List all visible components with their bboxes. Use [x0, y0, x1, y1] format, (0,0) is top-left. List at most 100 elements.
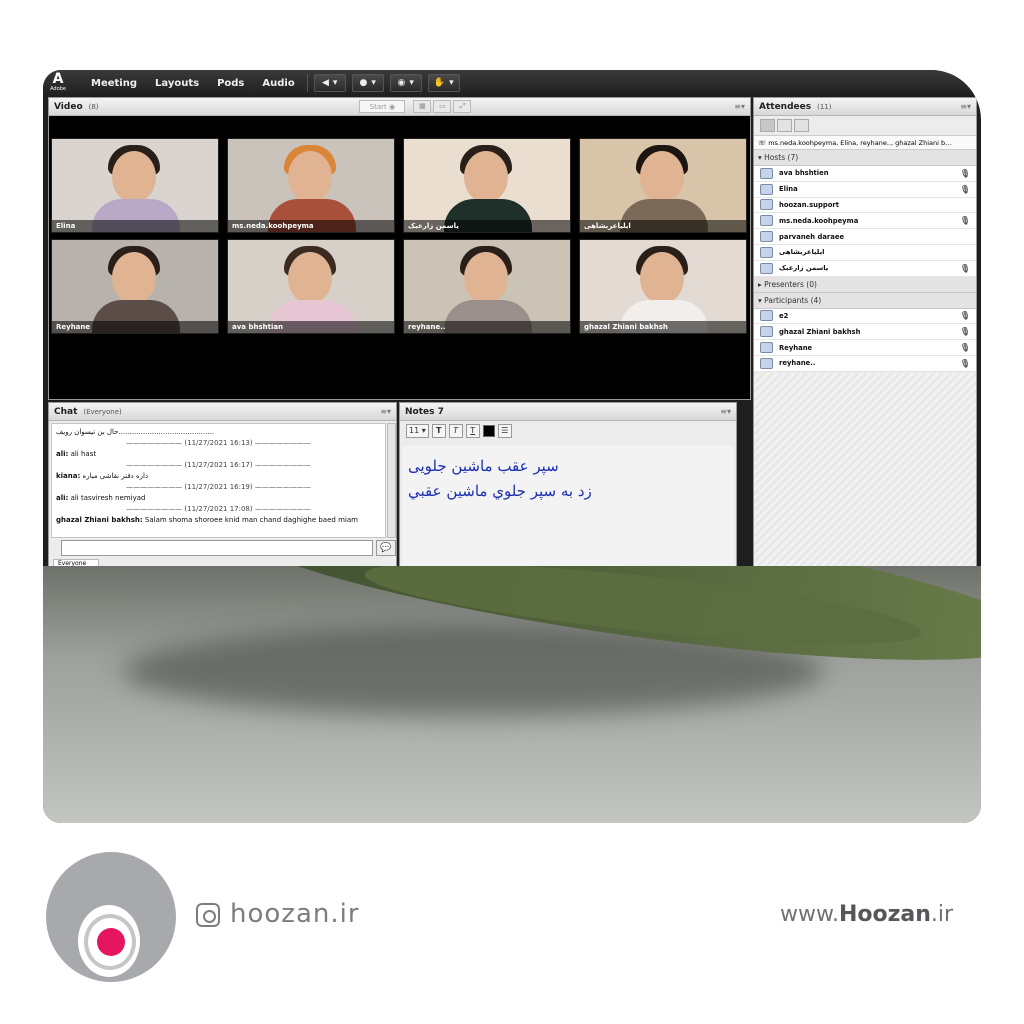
chat-input[interactable] — [61, 540, 373, 556]
attendee-row[interactable]: reyhane.. 🎙 — [754, 355, 976, 372]
chat-scope: (Everyone) — [83, 407, 122, 416]
instagram-icon — [196, 903, 220, 927]
notes-line: زد به سپر جلوي ماشین عقبي — [408, 482, 592, 500]
attendee-row[interactable]: hoozan.support — [754, 197, 976, 214]
attendee-row[interactable]: parvaneh daraee — [754, 229, 976, 245]
video-tile[interactable]: Elina — [51, 138, 219, 233]
attendee-name: reyhane.. — [779, 359, 816, 368]
status-button[interactable]: ✋ ▾ — [427, 74, 460, 92]
grid-view-icon[interactable]: ▦ — [413, 100, 432, 113]
chat-timestamp: ———————— (11/27/2021 16:19) ———————— — [126, 483, 311, 491]
bullet-list-icon[interactable]: ☰ — [497, 424, 512, 438]
bold-button[interactable]: T — [431, 424, 446, 438]
chat-sender: ali: — [56, 450, 69, 458]
menu-meeting[interactable]: Meeting — [91, 78, 137, 89]
notes-pod-header: Notes 7 ≡▾ — [400, 403, 736, 421]
user-icon — [760, 262, 773, 274]
sort-icon[interactable] — [794, 119, 809, 132]
video-tile[interactable]: ghazal Zhiani bakhsh — [579, 239, 747, 334]
user-icon — [760, 231, 773, 243]
attendee-name: ایلیاعربشاهی — [779, 248, 825, 257]
breakout-view-icon[interactable] — [777, 119, 792, 132]
attendees-pod-header: Attendees (11) ≡▾ — [754, 98, 976, 116]
chat-sender: ali: — [56, 494, 69, 502]
user-icon — [760, 342, 773, 354]
instagram-handle: hoozan.ir — [230, 899, 360, 929]
user-icon — [760, 183, 773, 195]
pod-options-icon[interactable]: ≡▾ — [734, 102, 745, 111]
video-pod-header: Video (8) Start ◉ ▦ ▭ ⤢ ≡▾ — [49, 98, 750, 116]
video-tile[interactable]: ms.neda.koohpeyma — [227, 138, 395, 233]
menu-divider — [306, 74, 308, 92]
adobe-logo-icon: A Adobe — [50, 71, 66, 92]
fullscreen-icon[interactable]: ⤢ — [453, 100, 472, 113]
webcam-button[interactable]: ◉ ▾ — [389, 74, 422, 92]
pod-options-icon[interactable]: ≡▾ — [380, 407, 391, 416]
attendees-count: (11) — [817, 102, 832, 111]
attendee-row[interactable]: ava bhshtien 🎙 — [754, 166, 976, 182]
video-tile[interactable]: ایلیاعربشاهی — [579, 138, 747, 233]
video-tile[interactable]: ava bhshtian — [227, 239, 395, 334]
notes-pod-title: Notes 7 — [405, 406, 444, 417]
chat-message: kiana: داره دفتر نقاشی میاره — [56, 472, 149, 480]
send-message-button[interactable]: 💬 — [376, 540, 396, 556]
attendee-name: parvaneh daraee — [779, 232, 845, 241]
attendee-name: Reyhane — [779, 343, 813, 352]
video-tile-name: ایلیاعربشاهی — [580, 220, 746, 232]
video-tile[interactable]: Reyhane — [51, 239, 219, 334]
chat-timestamp: ———————— (11/27/2021 16:13) ———————— — [126, 439, 311, 447]
menu-layouts[interactable]: Layouts — [155, 78, 199, 89]
chat-timestamp: ———————— (11/27/2021 16:17) ———————— — [126, 461, 311, 469]
attendee-row[interactable]: ms.neda.koohpeyma 🎙 — [754, 213, 976, 230]
chat-messages: حال بن تیسوان رویف......................… — [51, 423, 386, 538]
user-icon — [760, 326, 773, 338]
attendee-row[interactable]: Elina 🎙 — [754, 181, 976, 198]
speech-bubble-icon: 💬 — [380, 543, 392, 553]
list-view-icon[interactable] — [760, 119, 775, 132]
attendee-name: ms.neda.koohpeyma — [779, 216, 859, 225]
menu-audio[interactable]: Audio — [262, 78, 294, 89]
speaker-icon: ◀ — [321, 78, 329, 88]
attendee-row[interactable]: ghazal Zhiani bakhsh 🎙 — [754, 324, 976, 341]
attendee-name: یاسمن زارعیک — [779, 264, 829, 273]
hosts-section[interactable]: ▾ Hosts (7) — [754, 150, 976, 166]
speaker-button[interactable]: ◀ ▾ — [313, 74, 346, 92]
chat-sender: ghazal Zhiani bakhsh: — [56, 516, 143, 524]
microphone-icon: 🎙 — [959, 184, 970, 194]
underline-button[interactable]: T — [465, 424, 480, 438]
attendee-row[interactable]: Reyhane 🎙 — [754, 340, 976, 356]
attendee-row[interactable]: ایلیاعربشاهی — [754, 244, 976, 261]
italic-button[interactable]: T — [448, 424, 463, 438]
pod-options-icon[interactable]: ≡▾ — [960, 102, 971, 111]
start-webcam-button[interactable]: Start ◉ — [359, 100, 406, 113]
participants-section[interactable]: ▾ Participants (4) — [754, 292, 976, 309]
video-tile-name: ava bhshtian — [228, 321, 394, 333]
filmstrip-view-icon[interactable]: ▭ — [433, 100, 452, 113]
chat-pod-header: Chat (Everyone) ≡▾ — [49, 403, 396, 421]
presenters-section[interactable]: ▸ Presenters (0) — [754, 276, 976, 293]
video-tile[interactable]: reyhane.. — [403, 239, 571, 334]
chat-scrollbar[interactable] — [387, 423, 396, 538]
microphone-icon: ● — [359, 78, 368, 88]
attendee-name: hoozan.support — [779, 200, 840, 209]
attendee-row[interactable]: یاسمن زارعیک 🎙 — [754, 260, 976, 277]
chevron-down-icon: ▾ — [409, 78, 414, 88]
font-size-select[interactable]: 11 ▾ — [406, 424, 429, 438]
video-tile[interactable]: یاسمن زارعیک — [403, 138, 571, 233]
chevron-down-icon: ▾ — [449, 78, 454, 88]
attendees-toolbar — [754, 116, 976, 136]
notes-editor[interactable]: سپر عقب ماشین جلویی زد به سپر جلوي ماشین… — [402, 446, 734, 566]
video-tile-name: ghazal Zhiani bakhsh — [580, 321, 746, 333]
chat-message: ghazal Zhiani bakhsh: Salam shoma shoroe… — [56, 516, 358, 524]
participants-list: e2 🎙 ghazal Zhiani bakhsh 🎙 Reyhane 🎙 reyhane.… — [754, 308, 976, 372]
attendee-row[interactable]: e2 🎙 — [754, 308, 976, 325]
pod-options-icon[interactable]: ≡▾ — [720, 407, 731, 416]
microphone-button[interactable]: ● ▾ — [351, 74, 384, 92]
microphone-icon: 🎙 — [959, 358, 970, 368]
microphone-icon: 🎙 — [959, 263, 970, 273]
microphone-icon: 🎙 — [959, 343, 970, 353]
chat-sender: kiana: — [56, 472, 81, 480]
text-color-picker[interactable] — [482, 425, 495, 437]
chat-message: ali: ali hast — [56, 450, 97, 458]
menu-pods[interactable]: Pods — [217, 78, 244, 89]
